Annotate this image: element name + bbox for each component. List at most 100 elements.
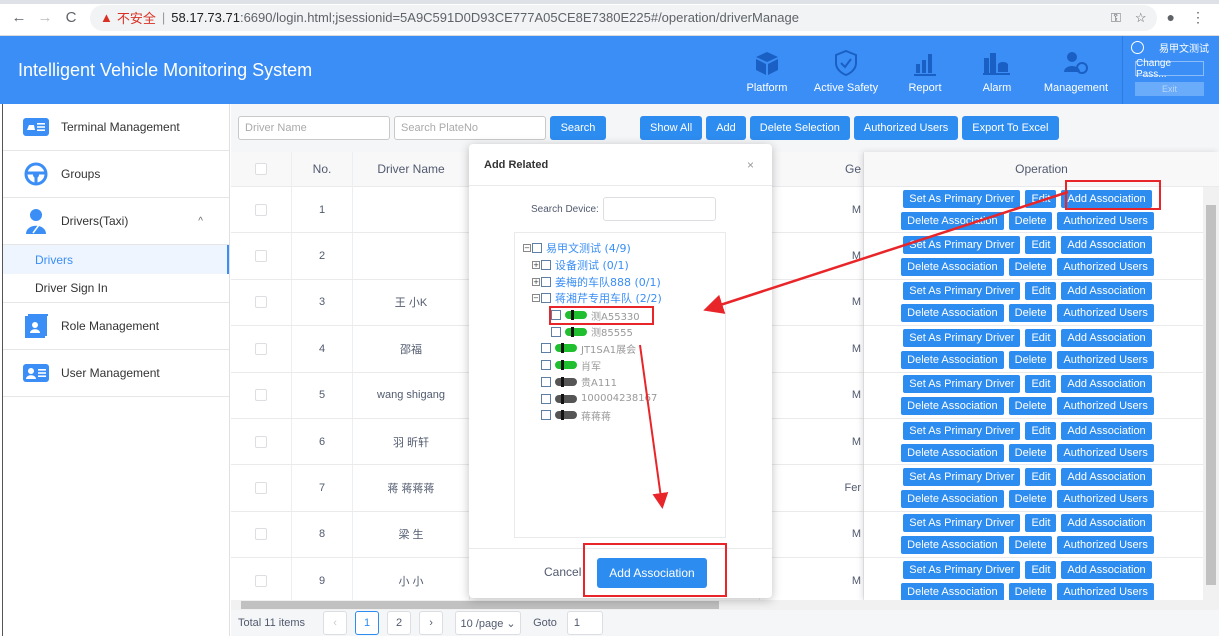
expand-icon[interactable]: +	[532, 277, 540, 286]
row-checkbox[interactable]	[255, 528, 267, 541]
row-checkbox[interactable]	[255, 435, 267, 448]
add-association-button[interactable]: Add Association	[1061, 375, 1152, 394]
edit-button[interactable]: Edit	[1025, 236, 1057, 255]
set-primary-driver-button[interactable]: Set As Primary Driver	[903, 421, 1021, 440]
module-platform[interactable]: Platform	[731, 36, 803, 104]
module-report[interactable]: Report	[889, 36, 961, 104]
tree-checkbox[interactable]	[532, 243, 542, 254]
set-primary-driver-button[interactable]: Set As Primary Driver	[903, 468, 1021, 487]
tree-checkbox[interactable]	[541, 343, 551, 354]
tree-device-node[interactable]: 贵A111	[515, 374, 725, 391]
set-primary-driver-button[interactable]: Set As Primary Driver	[903, 189, 1021, 208]
tree-device-node[interactable]: 100004238167	[515, 390, 725, 407]
set-primary-driver-button[interactable]: Set As Primary Driver	[903, 328, 1021, 347]
delete-association-button[interactable]: Delete Association	[901, 536, 1004, 555]
key-icon[interactable]: ⚿	[1111, 10, 1121, 26]
tree-checkbox[interactable]	[541, 260, 551, 271]
edit-button[interactable]: Edit	[1025, 375, 1057, 394]
row-checkbox[interactable]	[255, 342, 267, 355]
add-association-button[interactable]: Add Association	[1061, 282, 1152, 301]
tree-group-node[interactable]: − 蒋湘芹专用车队 (2/2)	[515, 290, 725, 307]
tree-device-node[interactable]: 蒋蒋蒋	[515, 407, 725, 424]
exit-button[interactable]: Exit	[1135, 82, 1204, 96]
set-primary-driver-button[interactable]: Set As Primary Driver	[903, 282, 1021, 301]
delete-button[interactable]: Delete	[1008, 258, 1053, 277]
add-association-button[interactable]: Add Association	[1061, 189, 1152, 208]
tree-device-node[interactable]: 测A55330	[515, 307, 725, 324]
page-2[interactable]: 2	[387, 611, 412, 635]
address-bar[interactable]: ▲ 不安全 | 58.17.73.71 :6690/login.html;jse…	[90, 4, 1157, 31]
module-management[interactable]: Management	[1033, 36, 1119, 104]
authorized-users-button[interactable]: Authorized Users	[1057, 536, 1154, 555]
close-icon[interactable]: ×	[747, 158, 754, 172]
add-button[interactable]: Add	[706, 116, 746, 140]
collapse-icon[interactable]: −	[523, 244, 531, 253]
tree-checkbox[interactable]	[541, 376, 551, 387]
collapse-icon[interactable]: −	[532, 294, 540, 303]
tree-group-node[interactable]: + 设备测试 (0/1)	[515, 257, 725, 274]
authorized-users-button[interactable]: Authorized Users	[1057, 443, 1154, 462]
module-alarm[interactable]: Alarm	[961, 36, 1033, 104]
page-size-select[interactable]: 10 /page ⌄	[455, 611, 522, 635]
authorized-users-button[interactable]: Authorized Users	[1057, 350, 1154, 369]
row-checkbox[interactable]	[255, 574, 267, 587]
set-primary-driver-button[interactable]: Set As Primary Driver	[903, 560, 1021, 579]
tree-device-node[interactable]: JT1SA1展会	[515, 340, 725, 357]
tree-device-node[interactable]: 测85555	[515, 323, 725, 340]
set-primary-driver-button[interactable]: Set As Primary Driver	[903, 514, 1021, 533]
authorized-users-button[interactable]: Authorized Users	[1057, 582, 1154, 601]
edit-button[interactable]: Edit	[1025, 468, 1057, 487]
set-primary-driver-button[interactable]: Set As Primary Driver	[903, 375, 1021, 394]
horizontal-scrollbar[interactable]	[231, 600, 1219, 610]
delete-association-button[interactable]: Delete Association	[901, 582, 1004, 601]
add-association-button[interactable]: Add Association	[1061, 421, 1152, 440]
delete-button[interactable]: Delete	[1008, 211, 1053, 230]
authorized-users-button[interactable]: Authorized Users	[1057, 258, 1154, 277]
tree-checkbox[interactable]	[551, 310, 561, 321]
edit-button[interactable]: Edit	[1025, 560, 1057, 579]
delete-button[interactable]: Delete	[1008, 536, 1053, 555]
add-association-button[interactable]: Add Association	[1061, 468, 1152, 487]
tree-checkbox[interactable]	[541, 393, 551, 404]
delete-button[interactable]: Delete	[1008, 350, 1053, 369]
delete-button[interactable]: Delete	[1008, 397, 1053, 416]
delete-button[interactable]: Delete	[1008, 443, 1053, 462]
set-primary-driver-button[interactable]: Set As Primary Driver	[903, 236, 1021, 255]
account-icon[interactable]: ●	[1167, 9, 1175, 26]
tree-checkbox[interactable]	[551, 326, 561, 337]
page-1[interactable]: 1	[355, 611, 380, 635]
module-active-safety[interactable]: Active Safety	[803, 36, 889, 104]
tree-checkbox[interactable]	[541, 410, 551, 421]
show-all-button[interactable]: Show All	[640, 116, 703, 140]
add-association-button[interactable]: Add Association	[1061, 514, 1152, 533]
authorized-users-button[interactable]: Authorized Users	[1057, 304, 1154, 323]
row-checkbox[interactable]	[255, 482, 267, 495]
sidebar-item-role-management[interactable]: Role Management	[3, 303, 229, 350]
sidebar-item-groups[interactable]: Groups	[3, 151, 229, 198]
add-association-confirm-button[interactable]: Add Association	[597, 558, 707, 588]
tree-group-node[interactable]: − 易甲文测试 (4/9)	[515, 240, 725, 257]
authorized-users-button[interactable]: Authorized Users	[853, 116, 959, 140]
authorized-users-button[interactable]: Authorized Users	[1057, 211, 1154, 230]
add-association-button[interactable]: Add Association	[1061, 560, 1152, 579]
goto-input[interactable]: 1	[566, 611, 603, 635]
prev-page-button[interactable]: ‹	[323, 611, 348, 635]
add-association-button[interactable]: Add Association	[1061, 328, 1152, 347]
authorized-users-button[interactable]: Authorized Users	[1057, 397, 1154, 416]
tree-checkbox[interactable]	[541, 276, 551, 287]
row-checkbox[interactable]	[255, 389, 267, 402]
delete-association-button[interactable]: Delete Association	[901, 397, 1004, 416]
tree-checkbox[interactable]	[541, 360, 551, 371]
delete-selection-button[interactable]: Delete Selection	[749, 116, 850, 140]
vertical-scrollbar[interactable]	[1203, 187, 1219, 600]
tree-checkbox[interactable]	[541, 293, 551, 304]
sidebar-item-drivers[interactable]: Drivers(Taxi) ^	[3, 198, 229, 245]
next-page-button[interactable]: ›	[419, 611, 444, 635]
tree-group-node[interactable]: + 姜梅的车队888 (0/1)	[515, 273, 725, 290]
sidebar-item-user-management[interactable]: User Management	[3, 350, 229, 397]
sidebar-subitem-driver-sign-in[interactable]: Driver Sign In	[3, 274, 229, 303]
tree-device-node[interactable]: 肖军	[515, 357, 725, 374]
sidebar-item-terminal-management[interactable]: Terminal Management	[3, 104, 229, 151]
delete-association-button[interactable]: Delete Association	[901, 211, 1004, 230]
driver-name-input[interactable]: Driver Name	[238, 116, 390, 140]
